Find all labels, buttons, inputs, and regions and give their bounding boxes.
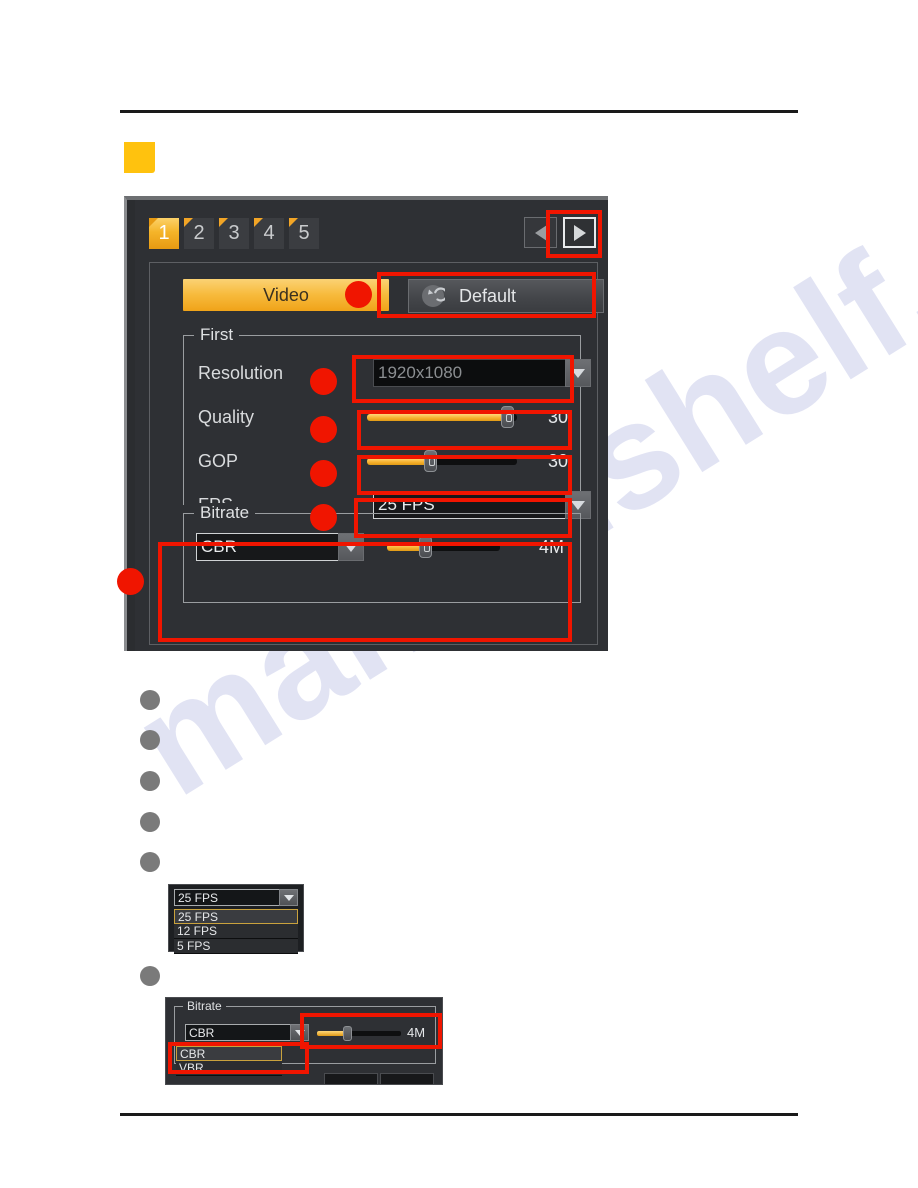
slider-knob[interactable] [419, 536, 433, 558]
tab-label: 1 [158, 222, 170, 244]
resolution-select[interactable]: 1920x1080 [373, 359, 591, 387]
step-bullet-6 [140, 966, 160, 986]
resolution-value: 1920x1080 [378, 363, 463, 382]
triangle-right-icon [573, 224, 586, 241]
resolution-row: Resolution 1920x1080 [198, 354, 591, 392]
fps-option-25[interactable]: 25 FPS [174, 909, 298, 924]
settings-content: Video Default First Resolution 1920x1080 [149, 262, 604, 645]
annotation-dot-1 [345, 281, 372, 308]
bitrate-group-legend: Bitrate [194, 503, 256, 523]
slider-knob[interactable] [500, 406, 514, 428]
slider-fill [317, 1031, 345, 1036]
annotation-dot-5 [310, 504, 337, 531]
fps-option-5[interactable]: 5 FPS [174, 939, 298, 954]
tab-channel-4[interactable]: 4 [254, 218, 284, 249]
chevron-down-icon[interactable] [565, 359, 591, 387]
step-bullet-4 [140, 812, 160, 832]
page-bottom-rule [120, 1113, 798, 1116]
bitrate-mode-value: CBR [201, 537, 237, 556]
annotation-dot-6 [117, 568, 144, 595]
bitrate-option-label: VBR [179, 1061, 204, 1075]
section-marker-square [124, 142, 155, 173]
step-bullet-1 [140, 690, 160, 710]
panel-inner: 1 2 3 4 5 Video Default First Resolution… [135, 200, 608, 651]
reset-arrow-icon [422, 285, 445, 307]
slider-fill [366, 457, 430, 465]
bitrate-shot-legend: Bitrate [183, 999, 226, 1013]
tab-label: 2 [193, 222, 205, 244]
triangle-left-icon [534, 224, 547, 241]
dogear-icon [149, 218, 158, 227]
quality-value: 30 [547, 406, 568, 427]
quality-row: Quality 30 [198, 398, 574, 436]
bitrate-group: Bitrate CBR 4M [183, 503, 581, 603]
annotation-dot-3 [310, 416, 337, 443]
annotation-dot-2 [310, 368, 337, 395]
quality-slider[interactable] [361, 403, 524, 431]
fps-option-label: 25 FPS [178, 910, 219, 924]
chevron-down-icon[interactable] [338, 533, 365, 561]
default-button[interactable]: Default [408, 279, 604, 313]
page-top-rule [120, 110, 798, 113]
bitrate-shot-slider[interactable] [315, 1025, 403, 1041]
bitrate-value: 4M [538, 536, 564, 557]
gop-row: GOP 30 [198, 442, 574, 480]
previous-page-button[interactable] [524, 217, 557, 248]
tab-channel-2[interactable]: 2 [184, 218, 214, 249]
tab-label: 3 [228, 222, 240, 244]
bitrate-shot-value: 4M [407, 1025, 426, 1040]
chevron-down-icon[interactable] [279, 889, 298, 906]
step-bullet-2 [140, 730, 160, 750]
dogear-icon [289, 218, 298, 227]
dogear-icon [254, 218, 263, 227]
bitrate-option-cbr[interactable]: CBR [176, 1046, 282, 1061]
dogear-icon [219, 218, 228, 227]
tab-label: 4 [263, 222, 275, 244]
next-page-button[interactable] [563, 217, 596, 248]
fps-option-label: 12 FPS [177, 924, 218, 938]
step-bullet-5 [140, 852, 160, 872]
fps-dropdown-closed[interactable]: 25 FPS [174, 889, 298, 906]
bitrate-option-label: CBR [180, 1047, 206, 1061]
tab-channel-3[interactable]: 3 [219, 218, 249, 249]
first-stream-group: First Resolution 1920x1080 Quality 30 GO… [183, 325, 591, 519]
gop-slider[interactable] [361, 447, 524, 475]
fps-option-12[interactable]: 12 FPS [174, 924, 298, 939]
first-group-legend: First [194, 325, 240, 345]
fps-dropdown-selected: 25 FPS [178, 890, 219, 905]
slider-knob[interactable] [423, 450, 437, 472]
panel-stub-right [380, 1073, 434, 1085]
tab-label: 5 [298, 222, 310, 244]
dogear-icon [184, 218, 193, 227]
slider-fill [366, 413, 507, 421]
bitrate-shot-select[interactable]: CBR [185, 1024, 309, 1041]
pager-controls [524, 217, 596, 248]
default-button-label: Default [459, 285, 517, 306]
tab-channel-5[interactable]: 5 [289, 218, 319, 249]
video-tab-label: Video [263, 284, 309, 305]
tab-channel-1[interactable]: 1 [149, 218, 179, 249]
bitrate-row: CBR 4M [196, 530, 570, 564]
panel-stub-left [324, 1073, 378, 1085]
fps-value: 25 FPS [378, 495, 435, 514]
bitrate-shot-selected: CBR [189, 1025, 215, 1040]
bitrate-slider[interactable] [381, 533, 505, 561]
slider-knob[interactable] [343, 1026, 352, 1041]
bitrate-dropdown-screenshot: Bitrate CBR 4M CBR VBR [165, 997, 443, 1085]
annotation-dot-4 [310, 460, 337, 487]
resolution-label: Resolution [198, 362, 284, 383]
device-settings-panel: 1 2 3 4 5 Video Default First Resolution… [124, 196, 608, 651]
step-bullet-3 [140, 771, 160, 791]
channel-tab-strip: 1 2 3 4 5 [149, 218, 319, 249]
fps-dropdown-screenshot: 25 FPS 25 FPS 12 FPS 5 FPS [168, 884, 304, 954]
gop-value: 30 [547, 450, 568, 471]
chevron-down-icon[interactable] [290, 1024, 309, 1041]
bitrate-option-vbr[interactable]: VBR [176, 1061, 282, 1076]
bitrate-mode-select[interactable]: CBR [196, 533, 365, 561]
fps-option-label: 5 FPS [177, 939, 211, 953]
